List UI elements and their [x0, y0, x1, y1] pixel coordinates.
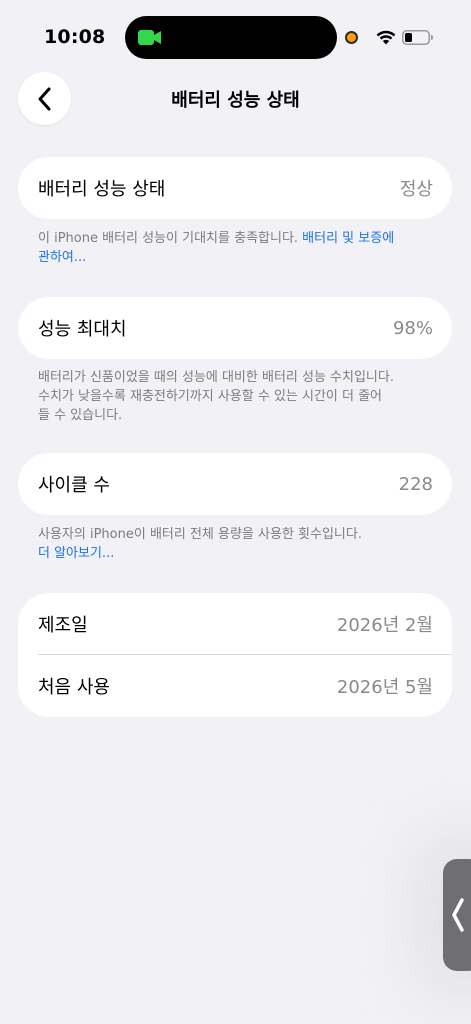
max-capacity-footer: 배터리가 신품이었을 때의 성능에 대비한 배터리 성능 수치입니다. 수치가 … [38, 368, 438, 425]
battery-health-card: 배터리 성능 상태 정상 [18, 157, 452, 219]
side-handle-button[interactable] [443, 859, 471, 971]
wifi-icon [376, 30, 396, 45]
chevron-left-icon [452, 898, 464, 932]
max-capacity-row: 성능 최대치 98% [18, 297, 452, 359]
max-capacity-footer-line1: 배터리가 신품이었을 때의 성능에 대비한 배터리 성능 수치입니다. [38, 370, 394, 385]
facetime-icon [138, 30, 161, 45]
max-capacity-card: 성능 최대치 98% [18, 297, 452, 359]
privacy-indicator-dot [345, 31, 358, 44]
battery-icon [402, 30, 433, 45]
cycle-count-row: 사이클 수 228 [18, 453, 452, 515]
battery-warranty-link-continued[interactable]: 관하여... [38, 250, 86, 265]
manufacture-date-label: 제조일 [38, 615, 88, 636]
battery-warranty-link[interactable]: 배터리 및 보증에 [302, 231, 394, 246]
battery-health-footer-text: 이 iPhone 배터리 성능이 기대치를 충족합니다. [38, 231, 303, 246]
battery-health-label: 배터리 성능 상태 [38, 179, 166, 200]
first-use-date-row: 처음 사용 2026년 5월 [18, 655, 452, 717]
cycle-count-card: 사이클 수 228 [18, 453, 452, 515]
manufacture-date-value: 2026년 2월 [336, 615, 433, 636]
cycle-count-footer: 사용자의 iPhone이 배터리 전체 용량을 사용한 횟수입니다. 더 알아보… [38, 525, 438, 563]
dates-card: 제조일 2026년 2월 처음 사용 2026년 5월 [18, 593, 452, 717]
first-use-date-value: 2026년 5월 [336, 677, 433, 698]
cycle-count-label: 사이클 수 [38, 475, 110, 496]
max-capacity-footer-line2: 수치가 낮을수록 재충전하기까지 사용할 수 있는 시간이 더 줄어 [38, 389, 383, 404]
status-time: 10:08 [44, 26, 106, 48]
status-bar: 10:08 [0, 0, 471, 70]
max-capacity-value: 98% [392, 317, 433, 339]
first-use-date-label: 처음 사용 [38, 677, 110, 698]
cycle-count-value: 228 [398, 473, 433, 495]
page-title: 배터리 성능 상태 [171, 90, 300, 111]
cycle-count-footer-text: 사용자의 iPhone이 배터리 전체 용량을 사용한 횟수입니다. [38, 527, 362, 542]
battery-health-footer: 이 iPhone 배터리 성능이 기대치를 충족합니다. 배터리 및 보증에 관… [38, 229, 438, 267]
max-capacity-footer-line3: 들 수 있습니다. [38, 408, 123, 423]
battery-health-row: 배터리 성능 상태 정상 [18, 157, 452, 219]
manufacture-date-row: 제조일 2026년 2월 [18, 593, 452, 655]
battery-health-value: 정상 [399, 179, 433, 200]
max-capacity-label: 성능 최대치 [38, 319, 127, 340]
dynamic-island[interactable] [125, 16, 337, 59]
learn-more-link[interactable]: 더 알아보기... [38, 546, 114, 561]
